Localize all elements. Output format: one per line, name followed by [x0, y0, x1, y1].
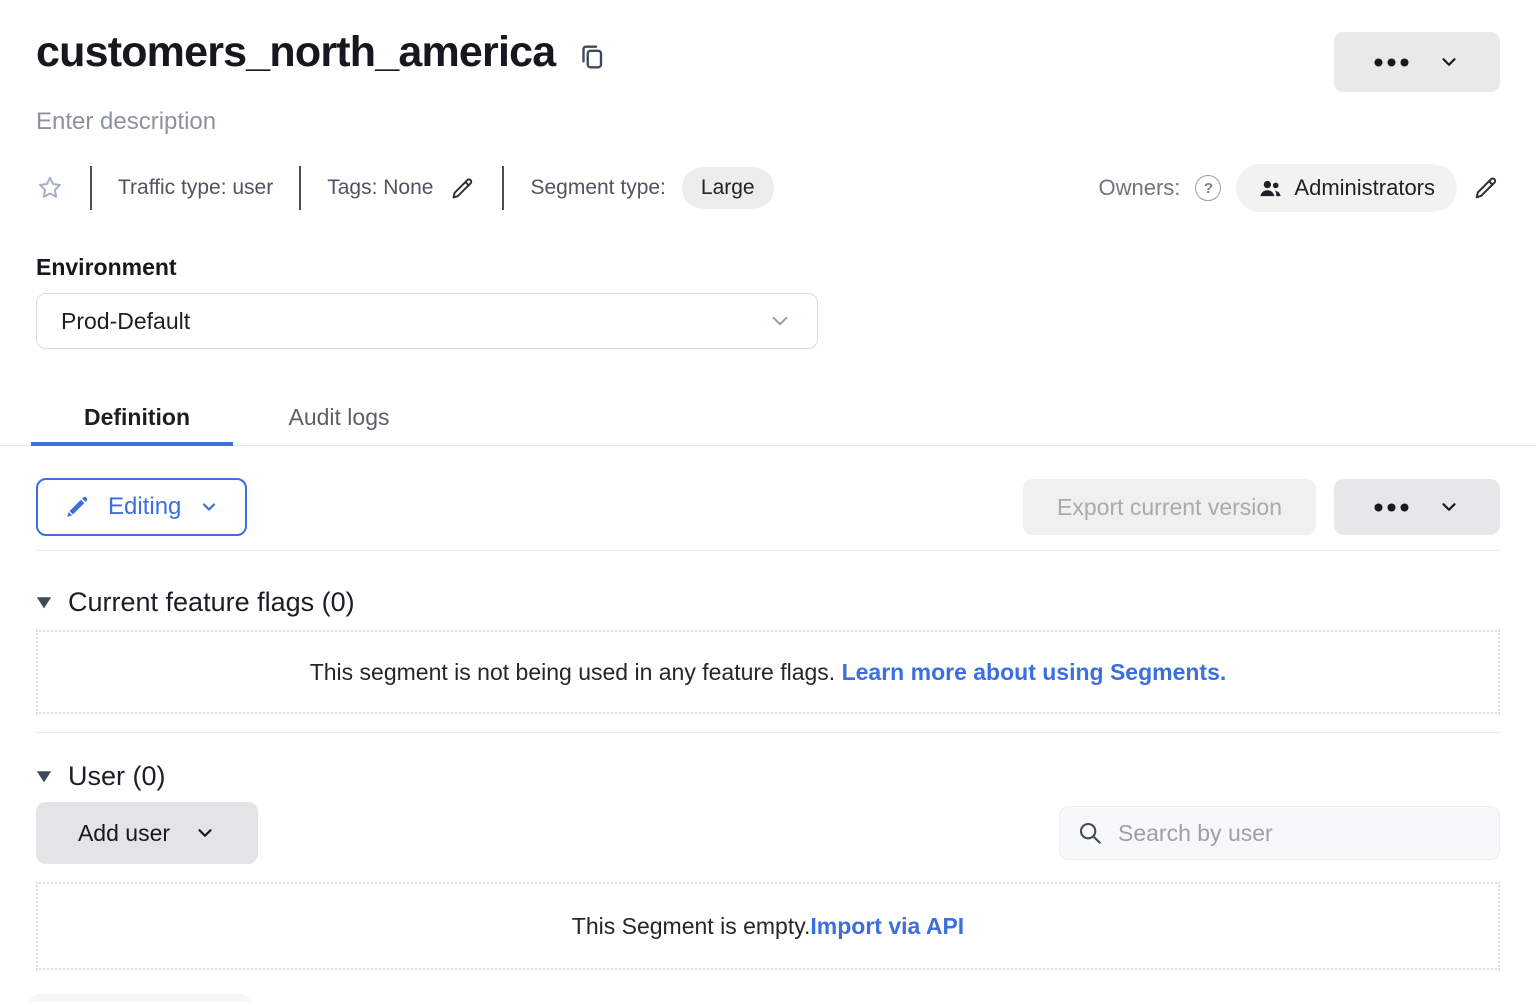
ellipsis-icon	[1374, 58, 1410, 67]
chevron-down-icon	[1438, 51, 1460, 73]
description-placeholder[interactable]: Enter description	[36, 108, 1500, 136]
definition-more-actions-button[interactable]	[1334, 479, 1500, 535]
user-section-title: User (0)	[68, 761, 166, 792]
cutoff-element	[30, 994, 250, 1002]
chevron-down-icon	[767, 308, 793, 334]
search-by-user-input[interactable]	[1116, 819, 1482, 848]
user-empty-message: This Segment is empty.	[572, 913, 811, 940]
tags-label: Tags: None	[327, 176, 433, 200]
export-current-version-button[interactable]: Export current version	[1023, 479, 1316, 535]
tab-audit-logs[interactable]: Audit logs	[238, 383, 440, 446]
collapse-triangle-icon	[36, 770, 52, 783]
owners-group: Owners: ? Administrators	[1098, 164, 1500, 212]
learn-more-segments-link[interactable]: Learn more about using Segments.	[842, 659, 1227, 686]
tab-bar: Definition Audit logs	[36, 383, 1500, 446]
chevron-down-icon	[194, 822, 216, 844]
add-user-label: Add user	[78, 820, 170, 847]
environment-selected-value: Prod-Default	[61, 308, 190, 335]
user-search-box	[1059, 806, 1500, 860]
edit-pencil-icon	[1472, 174, 1500, 202]
collapse-triangle-icon	[36, 596, 52, 609]
segment-more-actions-button[interactable]	[1334, 32, 1500, 92]
chevron-down-icon	[199, 497, 219, 517]
owners-value: Administrators	[1294, 175, 1435, 201]
owners-help-button[interactable]: ?	[1195, 175, 1221, 201]
chevron-down-icon	[1438, 496, 1460, 518]
toolbar-right: Export current version	[1023, 479, 1500, 535]
add-user-button[interactable]: Add user	[36, 802, 258, 864]
ellipsis-icon	[1374, 503, 1410, 512]
segment-type-badge: Large	[682, 167, 774, 209]
traffic-type-label: Traffic type: user	[118, 176, 273, 200]
environment-label: Environment	[36, 254, 1500, 281]
feature-flags-empty-message: This segment is not being used in any fe…	[310, 659, 842, 686]
owners-pill[interactable]: Administrators	[1236, 164, 1457, 212]
owners-label: Owners:	[1098, 175, 1180, 201]
pencil-filled-icon	[64, 494, 90, 520]
feature-flags-section-header[interactable]: Current feature flags (0)	[36, 587, 355, 618]
definition-toolbar: Editing Export current version	[36, 478, 1500, 536]
divider	[36, 732, 1500, 733]
meta-separator	[90, 166, 92, 210]
edit-pencil-icon	[449, 175, 476, 202]
favorite-star-button[interactable]	[36, 174, 64, 202]
page-title: customers_north_america	[36, 28, 555, 77]
search-icon	[1077, 820, 1103, 846]
copy-name-button[interactable]	[577, 42, 607, 72]
meta-separator	[299, 166, 301, 210]
segment-type-item: Segment type: Large	[530, 167, 773, 209]
help-icon: ?	[1204, 180, 1213, 197]
user-empty-box: This Segment is empty. Import via API	[36, 882, 1500, 970]
star-icon	[36, 174, 64, 202]
copy-icon	[577, 42, 607, 72]
segment-type-label: Segment type:	[530, 176, 665, 200]
people-icon	[1258, 176, 1283, 201]
user-toolbar: Add user	[36, 802, 1500, 864]
edit-tags-button[interactable]	[449, 175, 476, 202]
title-wrap: customers_north_america	[36, 28, 607, 77]
editing-label: Editing	[108, 493, 181, 521]
environment-select[interactable]: Prod-Default	[36, 293, 818, 349]
edit-owners-button[interactable]	[1472, 174, 1500, 202]
divider	[36, 550, 1500, 551]
user-section-header[interactable]: User (0)	[36, 761, 166, 792]
import-via-api-link[interactable]: Import via API	[810, 913, 964, 940]
meta-separator	[502, 166, 504, 210]
meta-row: Traffic type: user Tags: None Segment ty…	[36, 164, 1500, 212]
tab-definition[interactable]: Definition	[36, 383, 238, 446]
tags-item: Tags: None	[327, 175, 476, 202]
page-header: customers_north_america	[36, 0, 1500, 92]
segment-detail-page: customers_north_america Enter descriptio…	[0, 0, 1536, 1002]
feature-flags-section-title: Current feature flags (0)	[68, 587, 355, 618]
meta-left: Traffic type: user Tags: None Segment ty…	[36, 166, 1098, 210]
editing-mode-button[interactable]: Editing	[36, 478, 247, 536]
feature-flags-empty-box: This segment is not being used in any fe…	[36, 630, 1500, 714]
